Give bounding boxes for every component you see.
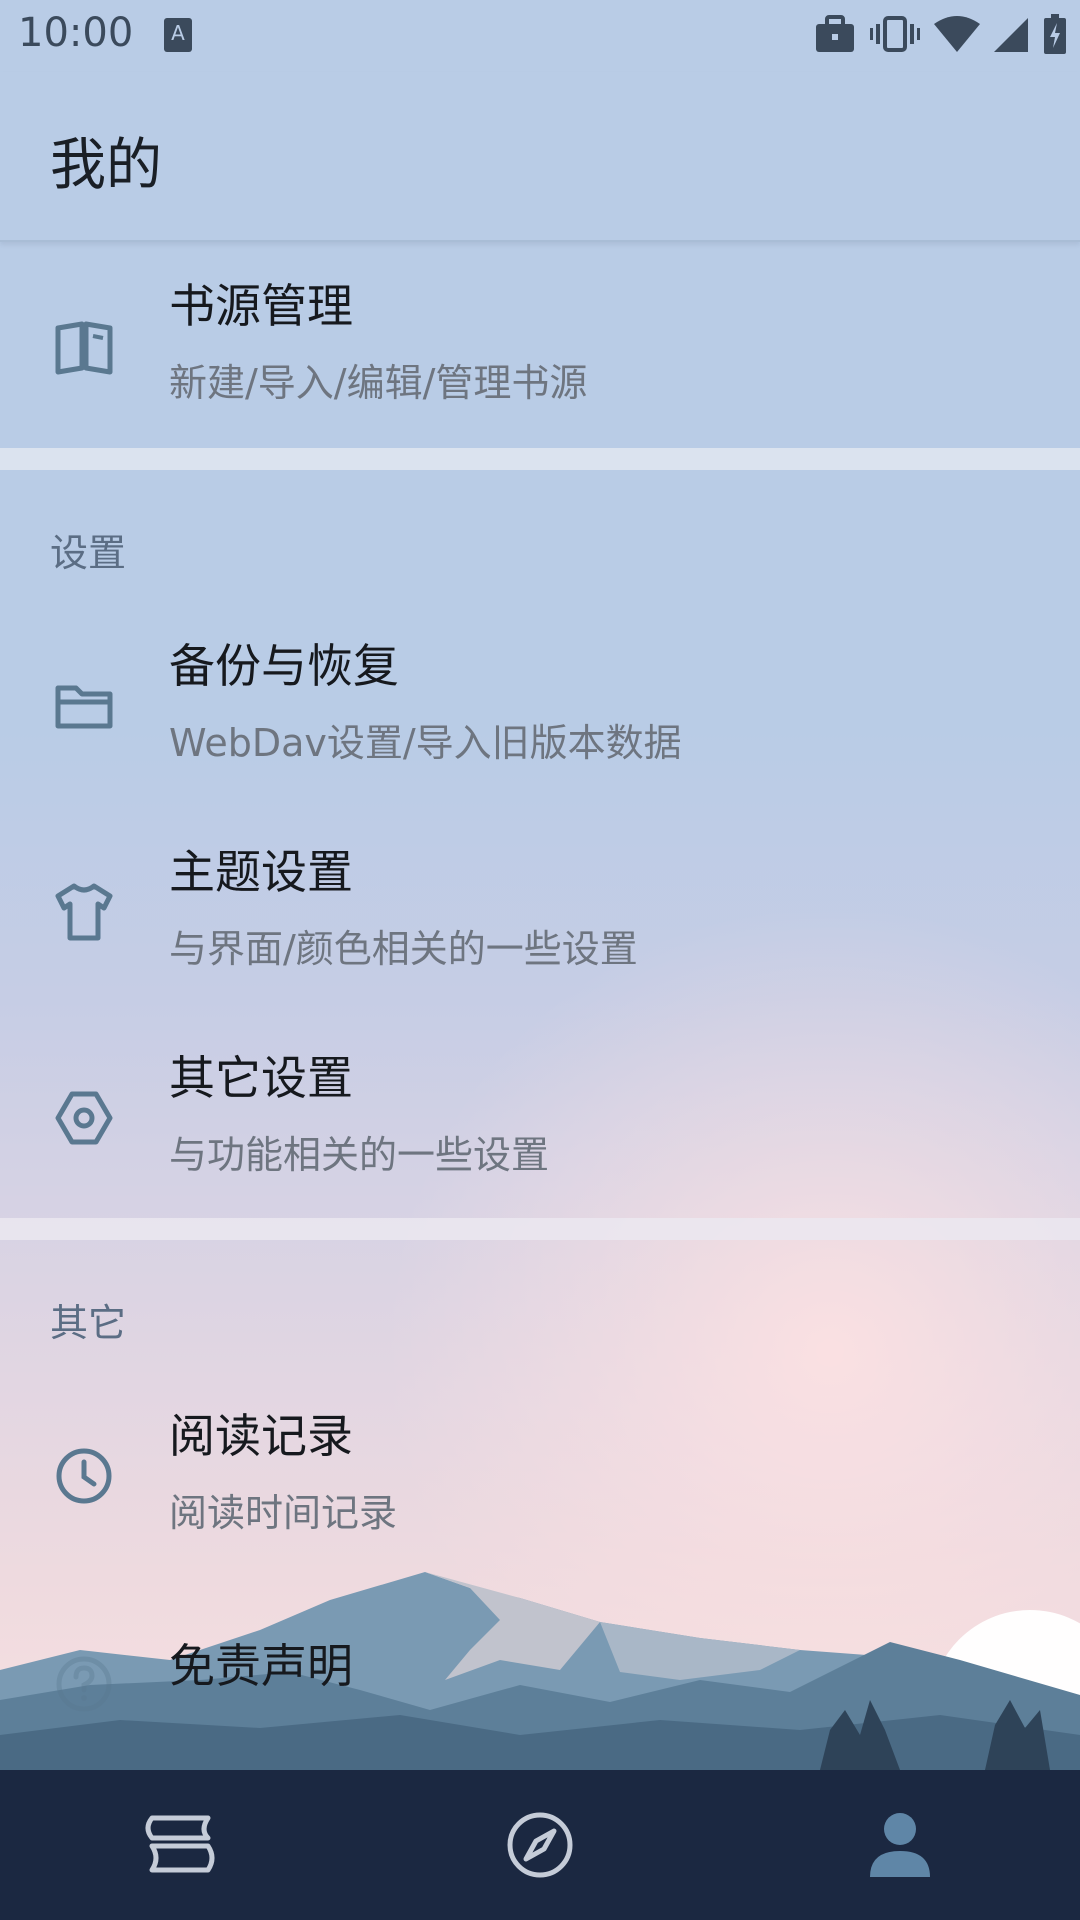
nav-my[interactable]	[720, 1770, 1080, 1920]
nav-discover[interactable]	[360, 1770, 720, 1920]
book-icon	[55, 321, 113, 375]
tshirt-icon	[55, 883, 113, 941]
other-settings-title: 其它设置	[169, 1051, 353, 1105]
person-icon	[870, 1813, 930, 1877]
bookshelf-icon	[145, 1815, 215, 1873]
help-circle-icon	[56, 1656, 112, 1712]
signal-icon	[994, 18, 1028, 52]
battery-charging-icon	[1044, 14, 1066, 54]
reading-record-item[interactable]: 阅读记录 阅读时间记录	[0, 1372, 1080, 1578]
disclaimer-title: 免责声明	[169, 1639, 353, 1693]
theme-settings-item[interactable]: 主题设置 与界面/颜色相关的一些设置	[0, 808, 1080, 1014]
folder-icon	[55, 685, 113, 729]
status-icons	[814, 14, 1066, 54]
briefcase-icon	[816, 15, 854, 52]
section-divider	[0, 1218, 1080, 1240]
book-source-title: 书源管理	[169, 279, 353, 333]
nav-bookshelf[interactable]	[0, 1770, 360, 1920]
bottom-navigation	[0, 1770, 1080, 1920]
other-settings-item[interactable]: 其它设置 与功能相关的一些设置	[0, 1014, 1080, 1220]
reading-record-title: 阅读记录	[169, 1409, 353, 1463]
clock-icon	[56, 1448, 112, 1504]
status-bar: 10:00 A	[0, 0, 1080, 72]
settings-section-label: 设置	[50, 531, 127, 575]
status-time: 10:00	[18, 10, 134, 56]
backup-restore-title: 备份与恢复	[169, 639, 399, 693]
disclaimer-item[interactable]: 免责声明	[0, 1639, 1080, 1770]
section-divider	[0, 448, 1080, 470]
theme-settings-subtitle: 与界面/颜色相关的一些设置	[169, 927, 638, 971]
a-notification-icon: A	[164, 18, 192, 52]
hexagon-settings-icon	[55, 1091, 113, 1145]
other-section-label: 其它	[50, 1301, 127, 1345]
other-settings-subtitle: 与功能相关的一些设置	[169, 1133, 550, 1177]
vibrate-icon	[870, 16, 920, 52]
reading-record-subtitle: 阅读时间记录	[169, 1491, 398, 1535]
compass-icon	[507, 1812, 573, 1878]
wifi-icon	[934, 16, 980, 52]
screen: 10:00 A 我的 书源管理 新建/导入/编辑/管理书源 设置 备份与恢复 W…	[0, 0, 1080, 1920]
backup-restore-subtitle: WebDav设置/导入旧版本数据	[169, 721, 682, 765]
svg-text:A: A	[171, 21, 185, 45]
book-source-item[interactable]: 书源管理 新建/导入/编辑/管理书源	[0, 242, 1080, 448]
page-title: 我的	[50, 133, 162, 198]
backup-restore-item[interactable]: 备份与恢复 WebDav设置/导入旧版本数据	[0, 602, 1080, 808]
theme-settings-title: 主题设置	[169, 845, 353, 899]
book-source-subtitle: 新建/导入/编辑/管理书源	[169, 361, 588, 405]
app-header: 我的	[0, 72, 1080, 242]
